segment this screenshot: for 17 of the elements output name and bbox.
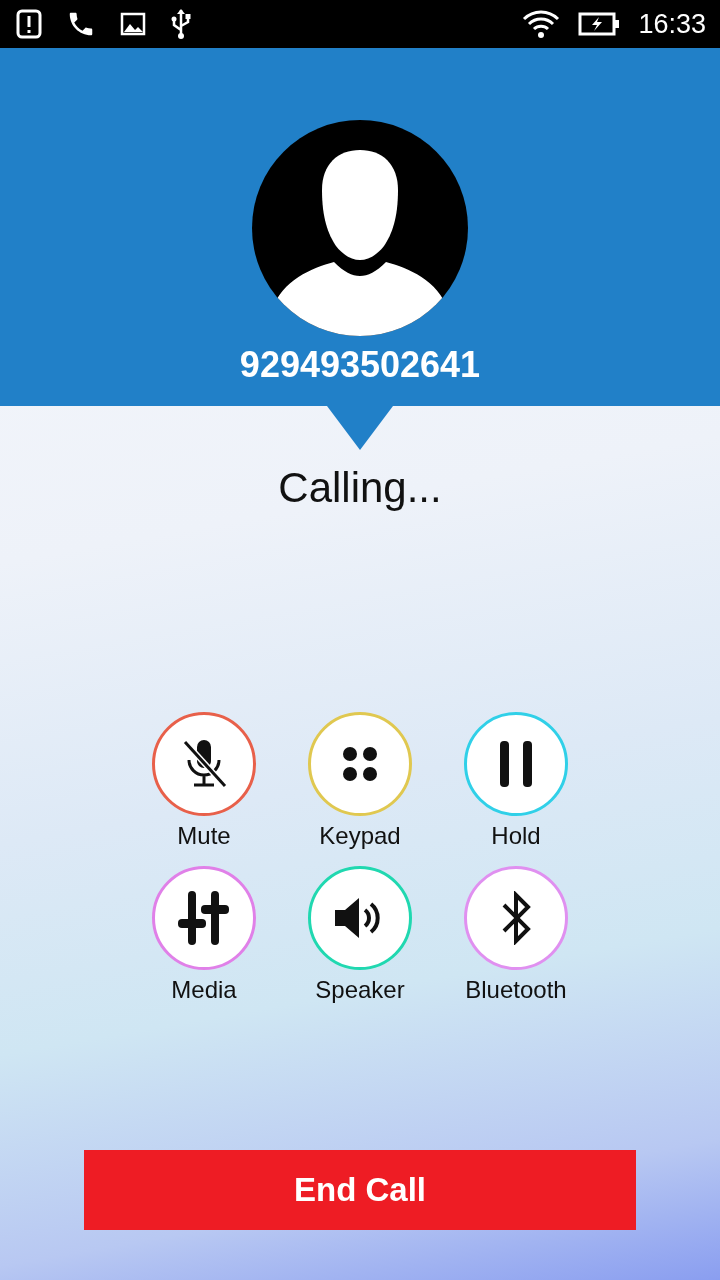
action-label: Bluetooth: [465, 975, 567, 1005]
action-label: Mute: [177, 821, 231, 851]
end-call-button[interactable]: End Call: [84, 1150, 636, 1230]
status-time: 16:33: [638, 8, 706, 40]
image-icon: [120, 12, 146, 36]
action-label: Keypad: [319, 821, 401, 851]
bluetooth-icon: [500, 891, 532, 945]
alert-icon: [16, 9, 42, 39]
call-status: Calling...: [278, 464, 442, 512]
action-label: Hold: [491, 821, 541, 851]
action-label: Media: [171, 975, 237, 1005]
battery-icon: [578, 12, 621, 36]
caller-number: 929493502641: [239, 344, 481, 386]
keypad-icon: [340, 744, 380, 784]
usb-icon: [170, 8, 192, 40]
wifi-icon: [522, 9, 561, 39]
action-label: Speaker: [315, 975, 405, 1005]
